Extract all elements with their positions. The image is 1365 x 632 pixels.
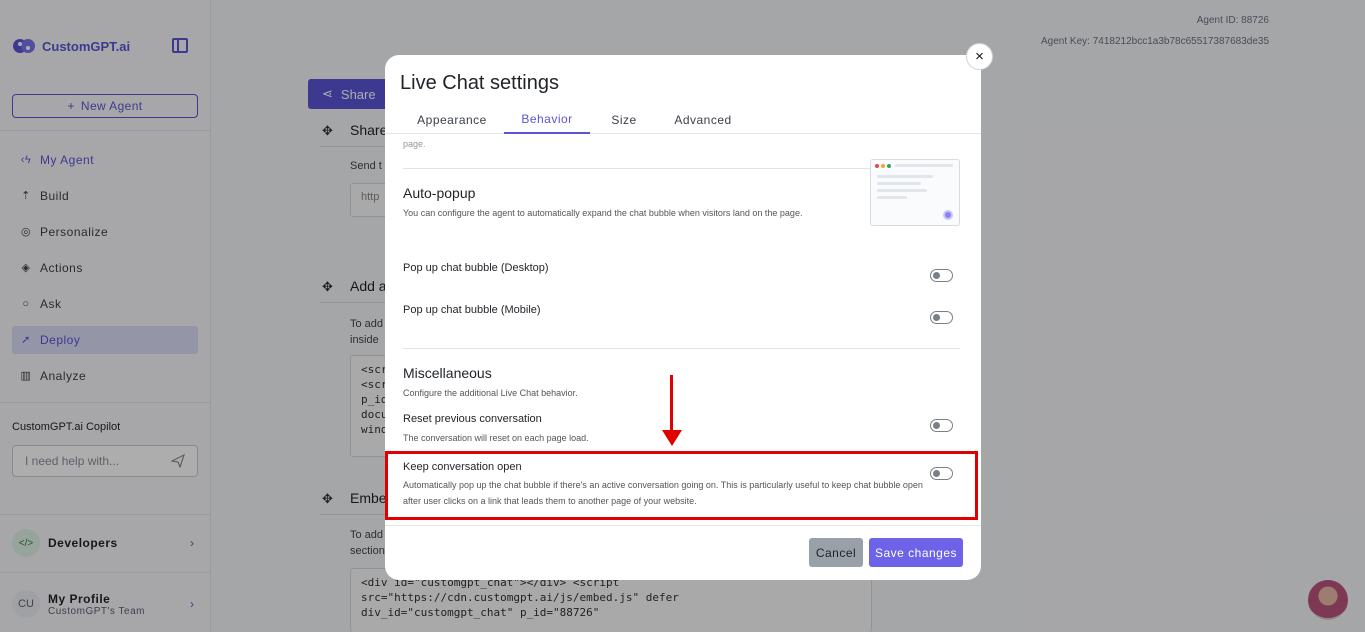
annotation-arrow-head-icon <box>662 430 682 446</box>
popup-desktop-label: Pop up chat bubble (Desktop) <box>403 262 549 274</box>
autopopup-preview-image <box>870 159 960 226</box>
popup-mobile-toggle[interactable] <box>930 311 953 324</box>
annotation-arrow-shaft <box>670 375 673 435</box>
dot-yellow <box>881 164 885 168</box>
toggle-knob <box>932 271 940 279</box>
live-chat-settings-modal: Live Chat settings Appearance Behavior S… <box>385 55 981 580</box>
toggle-knob <box>932 313 940 321</box>
toggle-knob <box>932 421 940 429</box>
modal-footer-divider <box>385 525 981 526</box>
autopopup-description: You can configure the agent to automatic… <box>403 208 803 218</box>
faded-text: page. <box>403 139 426 149</box>
autopopup-title: Auto-popup <box>403 185 476 201</box>
tab-appearance[interactable]: Appearance <box>407 106 497 134</box>
popup-desktop-toggle[interactable] <box>930 269 953 282</box>
dot-green <box>887 164 891 168</box>
chat-bubble-icon <box>943 210 953 220</box>
misc-description: Configure the additional Live Chat behav… <box>403 388 578 398</box>
save-changes-button[interactable]: Save changes <box>869 538 963 567</box>
preview-bar <box>877 196 907 199</box>
preview-bar <box>877 175 933 178</box>
dot-red <box>875 164 879 168</box>
popup-mobile-label: Pop up chat bubble (Mobile) <box>403 304 541 316</box>
preview-bar <box>877 189 927 192</box>
close-icon[interactable]: × <box>966 43 993 70</box>
annotation-highlight-box <box>385 451 978 520</box>
section-divider <box>403 348 960 349</box>
reset-conversation-label: Reset previous conversation <box>403 413 542 425</box>
modal-title: Live Chat settings <box>400 72 559 94</box>
reset-conversation-desc: The conversation will reset on each page… <box>403 433 589 443</box>
tab-advanced[interactable]: Advanced <box>667 106 739 134</box>
reset-conversation-toggle[interactable] <box>930 419 953 432</box>
tab-size[interactable]: Size <box>600 106 648 134</box>
preview-bar <box>895 164 953 167</box>
misc-title: Miscellaneous <box>403 365 492 381</box>
cancel-button[interactable]: Cancel <box>809 538 863 567</box>
tab-behavior[interactable]: Behavior <box>504 106 590 134</box>
modal-tabs: Appearance Behavior Size Advanced <box>385 106 981 134</box>
preview-bar <box>877 182 921 185</box>
